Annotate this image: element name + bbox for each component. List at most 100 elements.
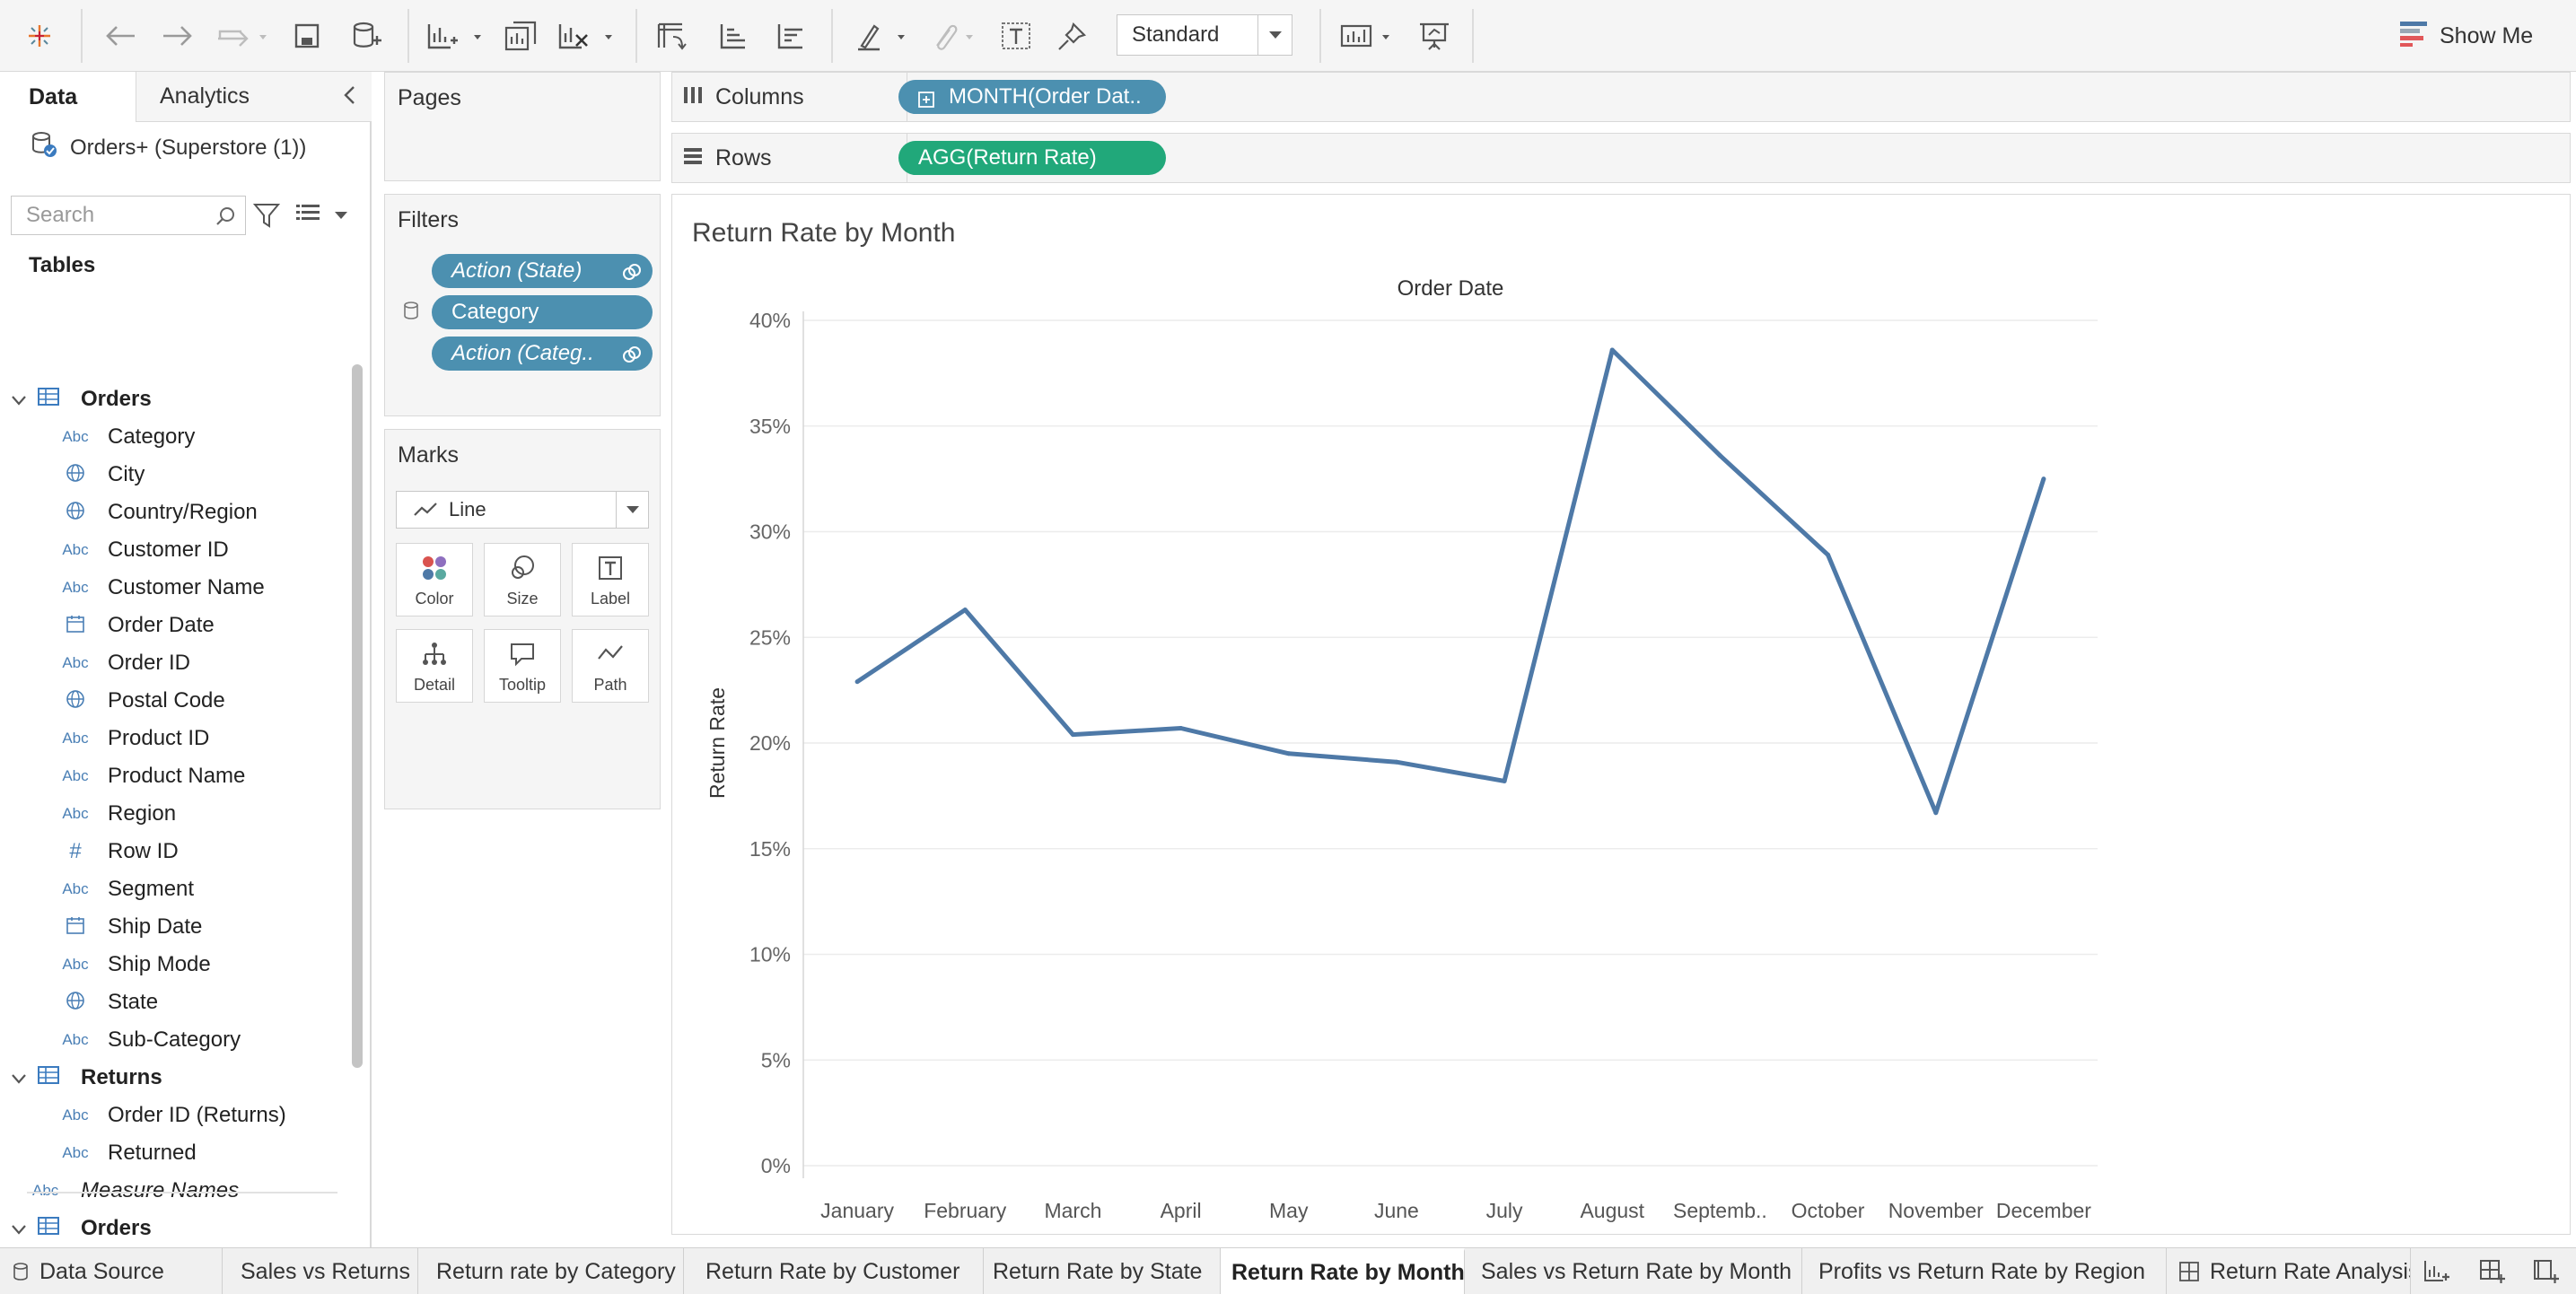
- new-dashboard-tab-icon[interactable]: [2479, 1259, 2506, 1289]
- field-postal-code[interactable]: Postal Code: [0, 682, 354, 720]
- chevron-down-icon[interactable]: [616, 492, 648, 528]
- filter-fields-icon[interactable]: [252, 203, 281, 232]
- data-point[interactable]: [962, 608, 968, 613]
- sort-descending-icon[interactable]: [770, 16, 810, 56]
- field-customer-id[interactable]: Abc Customer ID: [0, 531, 354, 569]
- field-country-region[interactable]: Country/Region: [0, 494, 354, 531]
- data-point[interactable]: [1178, 726, 1184, 731]
- marks-path-button[interactable]: Path: [572, 629, 649, 703]
- table-orders[interactable]: Orders: [0, 380, 354, 418]
- new-data-source-icon[interactable]: [346, 16, 386, 56]
- filter-pill-action-category[interactable]: Action (Categ..: [432, 337, 653, 371]
- new-story-tab-icon[interactable]: [2533, 1259, 2560, 1289]
- swap-rows-columns-icon[interactable]: [652, 16, 691, 56]
- sort-ascending-icon[interactable]: [713, 16, 752, 56]
- tab-sales-vs-returns[interactable]: Sales vs Returns: [223, 1248, 418, 1294]
- show-mark-labels-icon[interactable]: [996, 16, 1036, 56]
- datasource-item[interactable]: Orders+ (Superstore (1)): [31, 131, 306, 164]
- tab-label: Return Rate Analysis: [2210, 1258, 2411, 1284]
- fit-mode-select[interactable]: Standard: [1117, 14, 1292, 56]
- tab-data[interactable]: Data: [0, 72, 136, 122]
- marks-tooltip-button[interactable]: Tooltip: [484, 629, 561, 703]
- pages-shelf[interactable]: Pages: [384, 72, 661, 181]
- line-chart[interactable]: 0% 5% 10% 15% 20% 25% 30% 35% 40% January Februar…: [672, 195, 2570, 1234]
- field-order-id[interactable]: Abc Order ID: [0, 644, 354, 682]
- field-category[interactable]: Abc Category: [0, 418, 354, 456]
- mark-type-select[interactable]: Line: [396, 491, 649, 529]
- duplicate-sheet-icon[interactable]: [501, 16, 540, 56]
- field-customer-name[interactable]: Abc Customer Name: [0, 569, 354, 607]
- data-point[interactable]: [1286, 751, 1292, 756]
- data-point[interactable]: [1717, 453, 1722, 459]
- chevron-down-icon[interactable]: [11, 387, 27, 412]
- marks-size-button[interactable]: Size: [484, 543, 561, 616]
- data-point[interactable]: [1609, 347, 1615, 353]
- data-point[interactable]: [854, 679, 860, 685]
- field-row-id[interactable]: # Row ID: [0, 833, 354, 870]
- chevron-down-icon[interactable]: [11, 1216, 27, 1241]
- data-point[interactable]: [2041, 477, 2046, 482]
- tab-return-rate-by-category[interactable]: Return rate by Category: [418, 1248, 684, 1294]
- tab-return-rate-by-customer[interactable]: Return Rate by Customer: [684, 1248, 984, 1294]
- tab-return-rate-by-state[interactable]: Return Rate by State: [984, 1248, 1221, 1294]
- tab-data-source[interactable]: Data Source: [0, 1248, 223, 1294]
- rows-pill-agg-return-rate[interactable]: AGG(Return Rate): [898, 141, 1166, 175]
- field-ship-date[interactable]: Ship Date: [0, 908, 354, 946]
- tab-profits-vs-return-rate-by-region[interactable]: Profits vs Return Rate by Region: [1802, 1248, 2167, 1294]
- tableau-logo-icon[interactable]: [20, 16, 59, 56]
- save-icon[interactable]: [289, 16, 325, 56]
- undo-icon[interactable]: [101, 16, 140, 56]
- view-list-icon[interactable]: [296, 203, 321, 229]
- field-state[interactable]: State: [0, 984, 354, 1021]
- filters-shelf[interactable]: Filters Action (State) Category Action (…: [384, 194, 661, 416]
- field-order-id-returns[interactable]: Abc Order ID (Returns): [0, 1097, 354, 1134]
- search-input[interactable]: Search: [11, 196, 246, 235]
- tab-return-rate-analysis[interactable]: Return Rate Analysis: [2167, 1248, 2411, 1294]
- chevron-down-icon[interactable]: [334, 208, 348, 224]
- collapse-pane-icon[interactable]: [341, 84, 357, 110]
- new-worksheet-tab-icon[interactable]: [2423, 1259, 2450, 1289]
- field-ship-mode[interactable]: Abc Ship Mode: [0, 946, 354, 984]
- field-list-scrollbar[interactable]: [352, 364, 363, 1068]
- string-type-icon: Abc: [62, 956, 89, 973]
- field-city[interactable]: City: [0, 456, 354, 494]
- columns-pill-month-order-date[interactable]: MONTH(Order Dat..: [898, 80, 1166, 114]
- group-members-icon[interactable]: [926, 16, 980, 56]
- chevron-down-icon[interactable]: [1257, 15, 1292, 55]
- tab-analytics[interactable]: Analytics: [136, 72, 372, 122]
- field-sub-category[interactable]: Abc Sub-Category: [0, 1021, 354, 1059]
- tab-return-rate-by-month[interactable]: Return Rate by Month: [1221, 1248, 1465, 1294]
- filter-pill-action-state[interactable]: Action (State): [432, 254, 653, 288]
- data-point[interactable]: [1933, 810, 1939, 816]
- filter-pill-category[interactable]: Category: [432, 295, 653, 329]
- tab-sales-vs-return-rate-by-month[interactable]: Sales vs Return Rate by Month: [1465, 1248, 1802, 1294]
- data-point[interactable]: [1826, 552, 1831, 557]
- data-point[interactable]: [1394, 759, 1399, 765]
- pin-icon[interactable]: [1052, 16, 1091, 56]
- chevron-down-icon[interactable]: [11, 1065, 27, 1090]
- presentation-view-icon[interactable]: [1337, 16, 1400, 56]
- highlight-icon[interactable]: [853, 16, 916, 56]
- field-product-id[interactable]: Abc Product ID: [0, 720, 354, 757]
- redo-icon[interactable]: [158, 16, 197, 56]
- data-point[interactable]: [1070, 732, 1075, 738]
- field-segment[interactable]: Abc Segment: [0, 870, 354, 908]
- field-region[interactable]: Abc Region: [0, 795, 354, 833]
- rows-shelf[interactable]: Rows AGG(Return Rate): [671, 133, 2571, 183]
- presenter-icon[interactable]: [1415, 16, 1454, 56]
- marks-detail-button[interactable]: Detail: [396, 629, 473, 703]
- columns-shelf[interactable]: Columns MONTH(Order Dat..: [671, 72, 2571, 122]
- marks-label-button[interactable]: Label: [572, 543, 649, 616]
- field-returned[interactable]: Abc Returned: [0, 1134, 354, 1172]
- data-point[interactable]: [1502, 778, 1507, 783]
- new-worksheet-icon[interactable]: [424, 16, 486, 56]
- table-orders-measures[interactable]: Orders: [0, 1210, 354, 1247]
- clear-sheet-icon[interactable]: [555, 16, 618, 56]
- show-me-button[interactable]: Show Me: [2398, 18, 2533, 54]
- field-order-date[interactable]: Order Date: [0, 607, 354, 644]
- table-returns[interactable]: Returns: [0, 1059, 354, 1097]
- field-measure-names[interactable]: Abc Measure Names: [0, 1172, 354, 1210]
- replay-icon[interactable]: [212, 16, 275, 56]
- field-product-name[interactable]: Abc Product Name: [0, 757, 354, 795]
- marks-color-button[interactable]: Color: [396, 543, 473, 616]
